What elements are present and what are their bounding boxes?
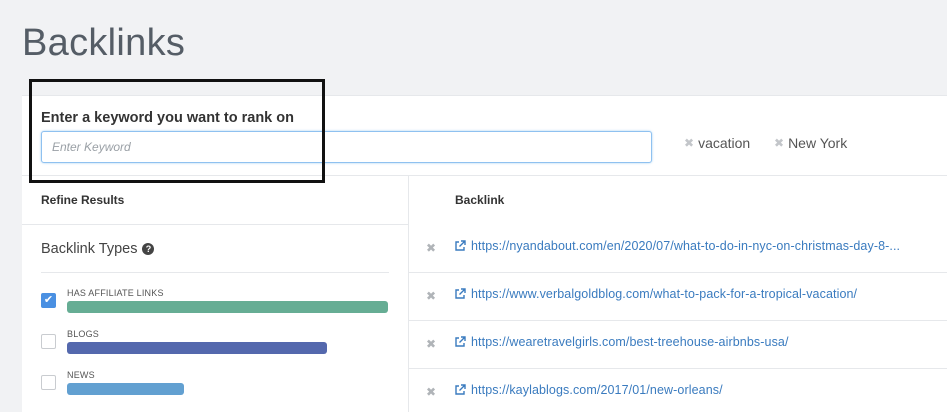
backlink-url[interactable]: https://kaylablogs.com/2017/01/new-orlea… [471, 383, 723, 397]
keyword-panel: Enter a keyword you want to rank on ✖ va… [22, 95, 947, 412]
filter-label: NEWS [67, 370, 95, 380]
checkbox-has-affiliate-links[interactable]: ✔ [41, 293, 56, 308]
section-divider [22, 175, 947, 176]
filter-bar-affiliate [67, 301, 388, 313]
backlink-row: ✖ https://wearetravelgirls.com/best-tree… [409, 321, 947, 369]
remove-icon[interactable]: ✖ [426, 289, 436, 303]
remove-icon[interactable]: ✖ [426, 385, 436, 399]
backlink-column-header: Backlink [455, 193, 505, 207]
keyword-chip-new-york[interactable]: ✖ New York [774, 135, 847, 151]
backlink-row: ✖ https://kaylablogs.com/2017/01/new-orl… [409, 369, 947, 412]
filter-label: HAS AFFILIATE LINKS [67, 288, 164, 298]
chip-label: vacation [698, 135, 751, 151]
page-title: Backlinks [22, 22, 186, 64]
chip-label: New York [788, 135, 848, 151]
backlink-row: ✖ https://www.verbalgoldblog.com/what-to… [409, 273, 947, 321]
backlink-types-label: Backlink Types [41, 241, 138, 257]
question-circle-icon[interactable]: ? [142, 243, 155, 255]
remove-icon[interactable]: ✖ [426, 337, 436, 351]
close-icon[interactable]: ✖ [774, 136, 784, 150]
refine-results-header: Refine Results [41, 193, 125, 207]
backlink-url[interactable]: https://wearetravelgirls.com/best-treeho… [471, 335, 789, 349]
refine-divider [22, 224, 408, 225]
backlink-types-title: Backlink Types ? [41, 241, 155, 257]
keyword-input[interactable] [41, 131, 652, 163]
external-link-icon [455, 336, 466, 347]
filter-bar-blogs [67, 342, 327, 354]
filter-bar-news [67, 383, 184, 395]
backlink-url[interactable]: https://www.verbalgoldblog.com/what-to-p… [471, 287, 857, 301]
external-link-icon [455, 384, 466, 395]
remove-icon[interactable]: ✖ [426, 241, 436, 255]
filter-label: BLOGS [67, 329, 100, 339]
external-link-icon [455, 240, 466, 251]
backlink-url[interactable]: https://nyandabout.com/en/2020/07/what-t… [471, 239, 900, 253]
backlink-types-divider [41, 272, 389, 273]
checkbox-blogs[interactable] [41, 334, 56, 349]
checkbox-news[interactable] [41, 375, 56, 390]
backlink-row: ✖ https://nyandabout.com/en/2020/07/what… [409, 225, 947, 273]
keyword-label: Enter a keyword you want to rank on [41, 110, 294, 126]
keyword-chip-vacation[interactable]: ✖ vacation [684, 135, 750, 151]
close-icon[interactable]: ✖ [684, 136, 694, 150]
external-link-icon [455, 288, 466, 299]
